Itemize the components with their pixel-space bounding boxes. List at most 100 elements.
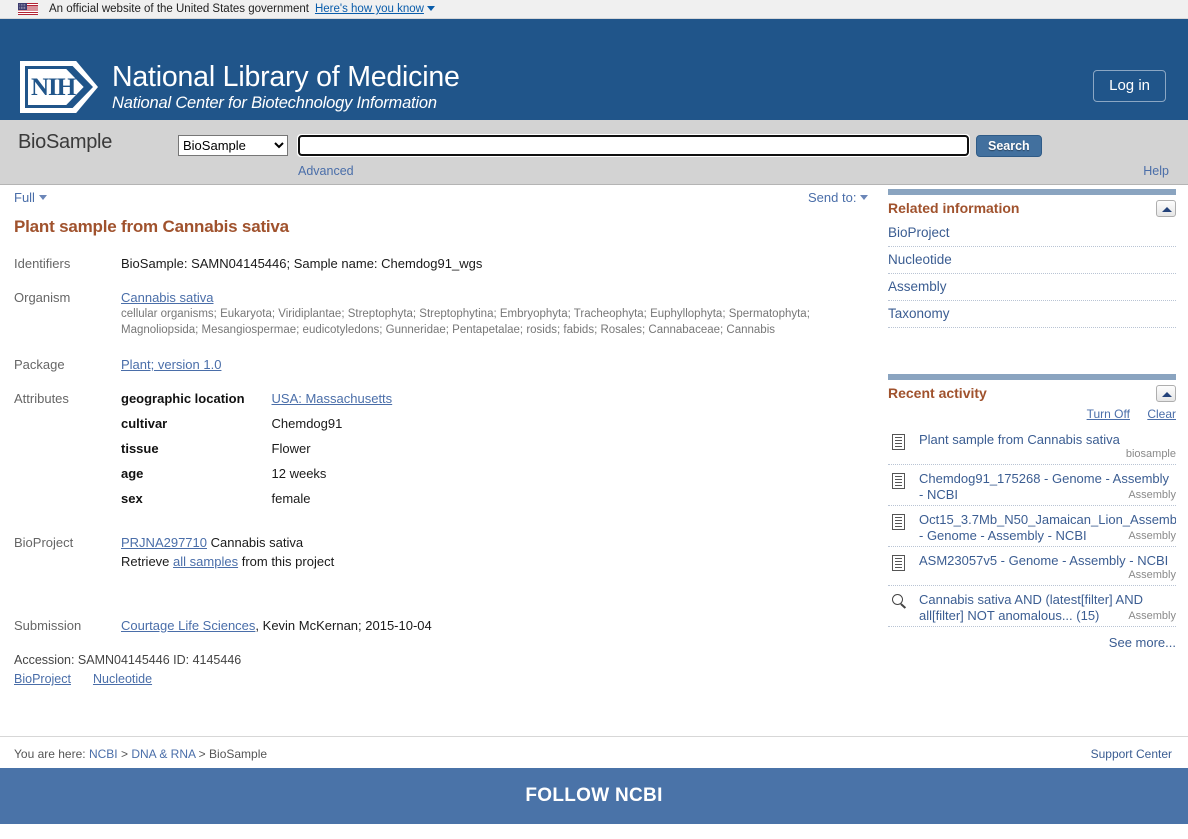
database-title: BioSample — [18, 131, 113, 153]
display-mode-dropdown[interactable]: Full — [14, 190, 47, 205]
package-link[interactable]: Plant; version 1.0 — [121, 357, 221, 372]
attribute-value: 12 weeks — [271, 466, 327, 481]
advanced-search-link[interactable]: Advanced — [298, 164, 354, 178]
collapse-up-icon[interactable] — [1156, 385, 1176, 402]
chevron-down-icon — [38, 195, 47, 200]
document-icon — [892, 473, 908, 490]
page-body: Full Send to: Plant sample from Cannabis… — [0, 185, 1188, 736]
package-cell: Plant; version 1.0 — [121, 357, 874, 391]
search-input[interactable] — [297, 134, 970, 157]
record-bottom-links: BioProject Nucleotide — [14, 672, 874, 686]
us-flag-icon — [18, 3, 38, 15]
row-submission: Submission Courtage Life Sciences, Kevin… — [14, 588, 874, 652]
list-item-body: ASM23057v5 - Genome - Assembly - NCBI Ass… — [919, 553, 1176, 581]
related-information-label: Taxonomy — [888, 306, 950, 321]
attribute-value-link[interactable]: USA: Massachusetts — [272, 391, 393, 406]
list-item[interactable]: ASM23057v5 - Genome - Assembly - NCBI Ass… — [888, 547, 1176, 586]
how-you-know-link[interactable]: Here's how you know — [315, 3, 435, 15]
record-bottom-link[interactable]: BioProject — [14, 672, 71, 686]
page-title: Plant sample from Cannabis sativa — [14, 217, 289, 236]
list-item-title[interactable]: ASM23057v5 - Genome - Assembly - NCBI — [919, 553, 1176, 569]
gov-banner-text: An official website of the United States… — [49, 3, 309, 15]
search-bar: BioSample BioSample Search Advanced Help — [0, 120, 1188, 185]
help-link[interactable]: Help — [1143, 164, 1169, 178]
list-item[interactable]: Plant sample from Cannabis sativa biosamp… — [888, 426, 1176, 465]
package-label: Package — [14, 357, 65, 372]
list-item-database: biosample — [1125, 448, 1176, 460]
retrieve-prefix: Retrieve — [121, 554, 170, 569]
list-item-body: Oct15_3.7Mb_N50_Jamaican_Lion_Assemb - G… — [919, 512, 1176, 543]
attribute-key: sex — [121, 491, 143, 506]
list-item-body: Cannabis sativa AND (latest[filter] AND … — [919, 592, 1176, 623]
retrieve-line: Retrieve all samples from this project — [121, 554, 874, 569]
attribute-key: geographic location — [121, 391, 245, 406]
taxonomy-lineage: cellular organisms; Eukaryota; Viridipla… — [121, 308, 810, 336]
database-select[interactable]: BioSample — [178, 135, 288, 156]
chevron-down-icon — [426, 6, 435, 11]
recent-activity-heading: Recent activity — [888, 385, 987, 401]
row-organism: Organism Cannabis sativa cellular organi… — [14, 290, 874, 357]
list-item[interactable]: Oct15_3.7Mb_N50_Jamaican_Lion_Assemb - G… — [888, 506, 1176, 547]
list-item-title[interactable]: Plant sample from Cannabis sativa — [919, 432, 1176, 448]
attribute-value: Flower — [271, 441, 311, 456]
breadcrumb-item[interactable]: NCBI — [89, 747, 118, 761]
retrieve-suffix: from this project — [241, 554, 335, 569]
related-information-list: BioProject Nucleotide Assembly Taxonomy — [888, 220, 1176, 328]
recent-activity-panel: Recent activity Turn Off Clear Plant sam… — [888, 374, 1176, 650]
panel-rule — [888, 189, 1176, 195]
attributes-label: Attributes — [14, 391, 69, 406]
attribute-row: geographic location USA: Massachusetts — [121, 391, 392, 416]
send-to-dropdown[interactable]: Send to: — [808, 190, 869, 205]
related-information-label: Assembly — [888, 279, 947, 294]
search-button[interactable]: Search — [976, 135, 1042, 157]
breadcrumb-item: BioSample — [209, 747, 268, 761]
login-button[interactable]: Log in — [1093, 70, 1166, 102]
bioproject-accession-link[interactable]: PRJNA297710 — [121, 535, 207, 550]
attribute-key: age — [121, 466, 144, 481]
related-information-item[interactable]: BioProject — [888, 220, 1176, 247]
related-information-item[interactable]: Nucleotide — [888, 247, 1176, 274]
list-item-database: Assembly — [1128, 569, 1176, 581]
submission-cell: Courtage Life Sciences, Kevin McKernan; … — [121, 588, 874, 652]
clear-button[interactable]: Clear — [1147, 407, 1176, 421]
sidebar: Related information BioProject Nucleotide… — [888, 189, 1176, 656]
nih-logo-text: NIH — [31, 74, 76, 101]
turn-off-button[interactable]: Turn Off — [1087, 407, 1130, 421]
how-you-know-label: Here's how you know — [314, 3, 424, 15]
send-to-label: Send to: — [808, 190, 857, 205]
attribute-value: Chemdog91 — [271, 416, 343, 431]
breadcrumb-separator: > — [117, 747, 132, 761]
related-information-heading: Related information — [888, 200, 1020, 216]
record-bottom-link[interactable]: Nucleotide — [93, 672, 152, 686]
row-identifiers: Identifiers BioSample: SAMN04145446; Sam… — [14, 256, 874, 290]
support-center-link[interactable]: Support Center — [1091, 747, 1172, 761]
attribute-row: tissue Flower — [121, 441, 392, 466]
identifiers-label: Identifiers — [14, 256, 71, 271]
document-icon — [892, 514, 908, 531]
nlm-wordmark: National Library of Medicine National Ce… — [112, 61, 460, 113]
row-attributes: Attributes geographic location USA: Massa… — [14, 391, 874, 535]
submission-label: Submission — [14, 618, 82, 633]
search-icon — [892, 594, 908, 611]
related-information-label: Nucleotide — [888, 252, 952, 267]
organism-label: Organism — [14, 290, 71, 305]
all-samples-link[interactable]: all samples — [173, 554, 238, 569]
attribute-key: cultivar — [121, 416, 168, 431]
list-item[interactable]: Chemdog91_175268 - Genome - Assembly - N… — [888, 465, 1176, 506]
chevron-down-icon — [860, 195, 869, 200]
see-more-link[interactable]: See more... — [1109, 635, 1176, 650]
document-icon — [892, 434, 908, 451]
breadcrumb-separator: > — [195, 747, 210, 761]
breadcrumb-bar: You are here: NCBI > DNA & RNA > BioSamp… — [0, 736, 1188, 768]
organism-link[interactable]: Cannabis sativa — [121, 290, 214, 305]
submission-org-link[interactable]: Courtage Life Sciences — [121, 618, 255, 633]
related-information-item[interactable]: Taxonomy — [888, 301, 1176, 328]
related-information-item[interactable]: Assembly — [888, 274, 1176, 301]
document-icon — [892, 555, 908, 572]
list-item[interactable]: Cannabis sativa AND (latest[filter] AND … — [888, 586, 1176, 627]
nlm-logo[interactable]: NIH National Library of Medicine Nationa… — [20, 61, 460, 113]
attribute-row: sex female — [121, 491, 392, 516]
breadcrumb-item[interactable]: DNA & RNA — [131, 747, 195, 761]
attribute-value[interactable]: USA: Massachusetts — [272, 391, 393, 416]
collapse-up-icon[interactable] — [1156, 200, 1176, 217]
